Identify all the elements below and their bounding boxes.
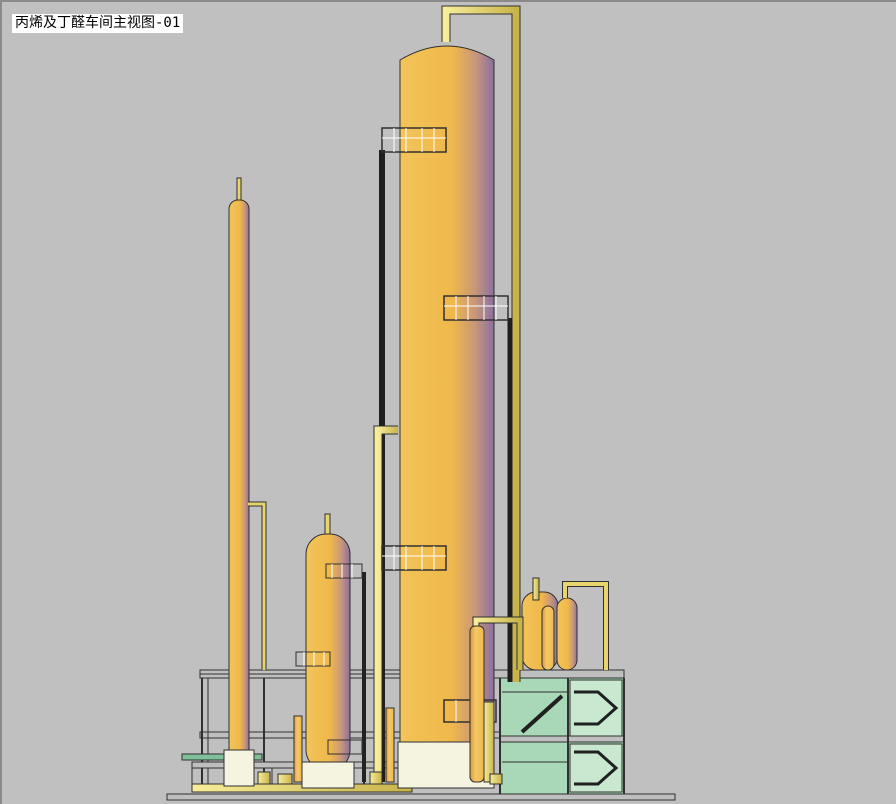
- right-vessel-group: [521, 577, 609, 671]
- thin-column-left: [223, 177, 267, 787]
- medium-vessel: [293, 513, 366, 789]
- plant-elevation-drawing: [166, 5, 676, 801]
- drawing-title: 丙烯及丁醛车间主视图-01: [12, 14, 184, 33]
- steel-frame-stair-tower: [493, 669, 625, 795]
- cad-viewport[interactable]: 丙烯及丁醛车间主视图-01: [0, 0, 896, 804]
